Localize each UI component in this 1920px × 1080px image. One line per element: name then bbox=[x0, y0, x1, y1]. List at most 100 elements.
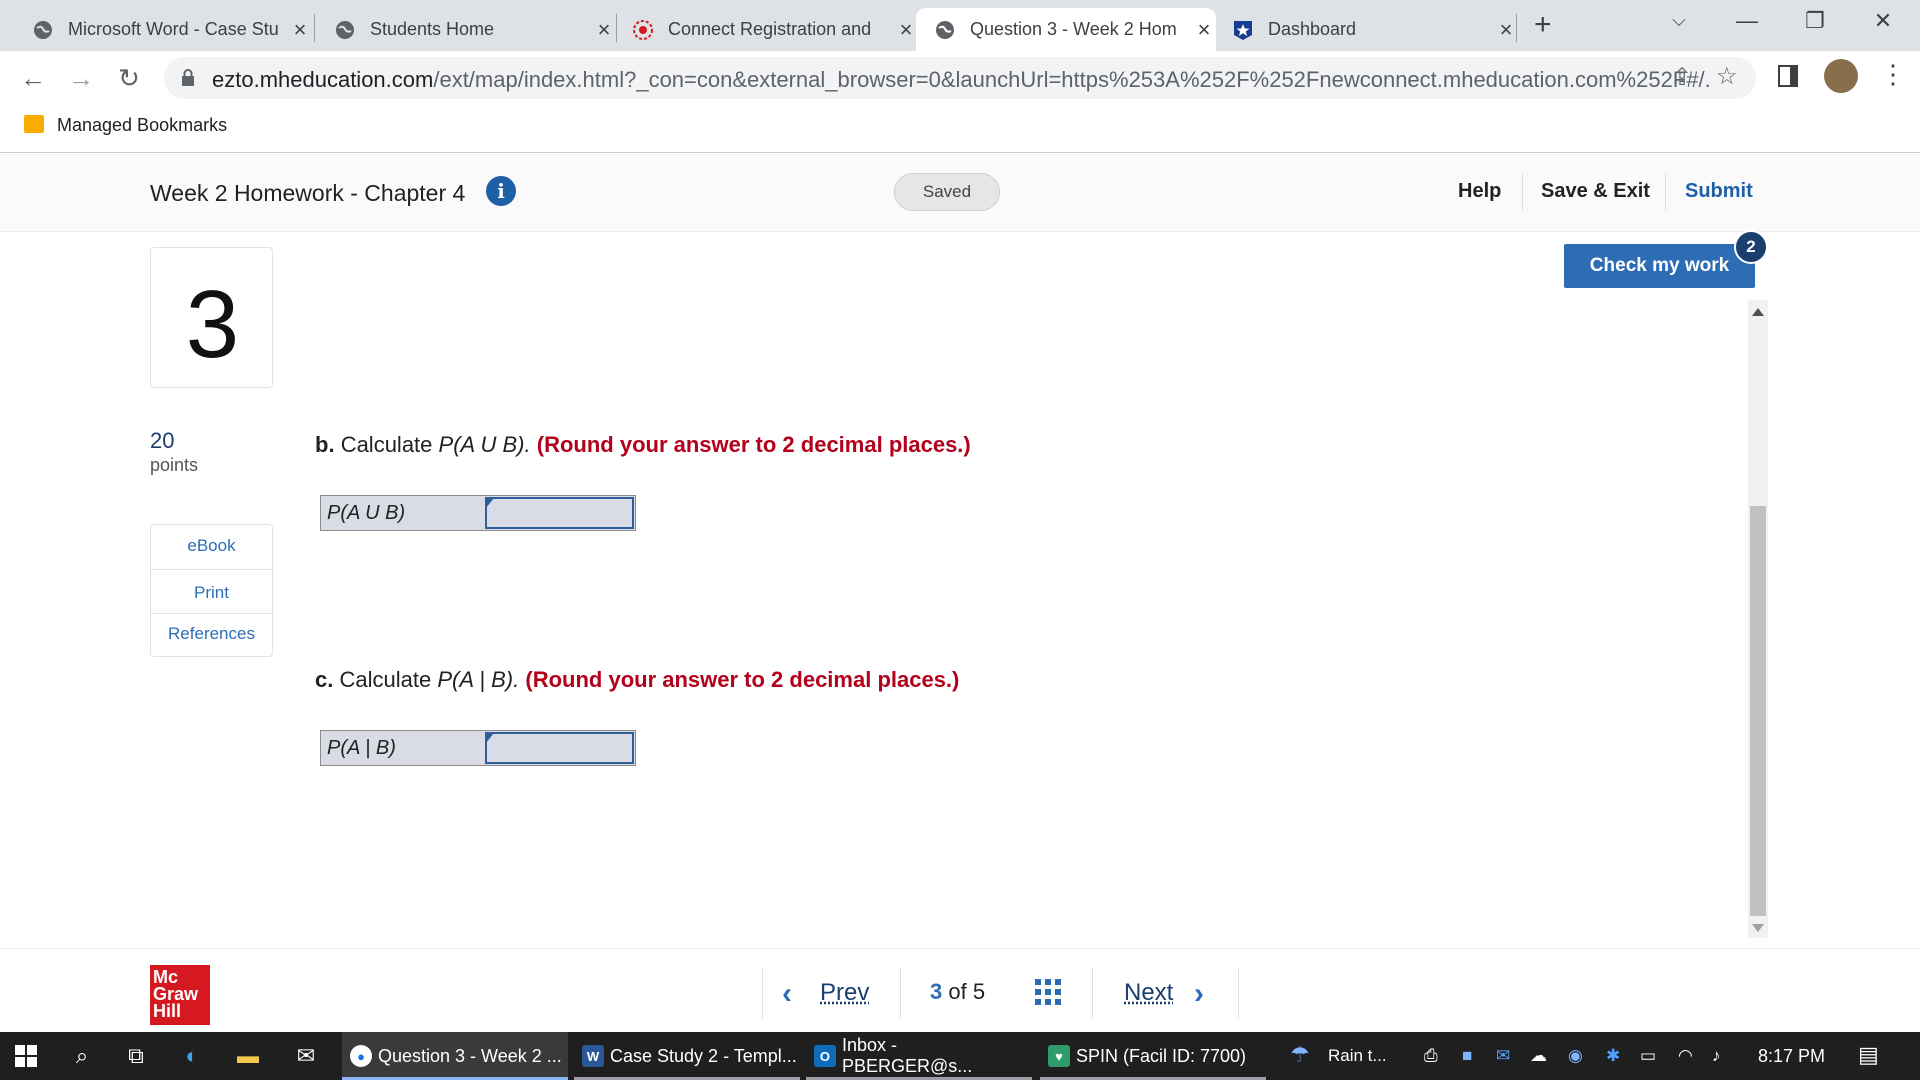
search-icon[interactable]: ⌕ bbox=[68, 1042, 96, 1070]
save-status-badge: Saved bbox=[894, 173, 1000, 211]
answer-row-c: P(A | B) bbox=[320, 730, 636, 766]
windows-start-icon[interactable] bbox=[12, 1042, 40, 1070]
submit-button[interactable]: Submit bbox=[1685, 180, 1753, 203]
chevron-right-icon[interactable]: › bbox=[1194, 977, 1204, 1011]
spin-icon: ♥ bbox=[1048, 1045, 1070, 1067]
divider bbox=[1665, 174, 1666, 210]
check-my-work-button[interactable]: Check my work bbox=[1564, 244, 1755, 288]
close-icon[interactable]: × bbox=[288, 17, 312, 43]
answer-row-b: P(A U B) bbox=[320, 495, 636, 531]
close-icon[interactable]: × bbox=[1494, 17, 1518, 43]
answer-input-b[interactable] bbox=[485, 497, 634, 529]
prompt-expression: P(A | B). bbox=[437, 667, 520, 692]
bookmarks-bar: Managed Bookmarks bbox=[0, 105, 1920, 153]
points-label: points bbox=[150, 455, 199, 475]
globe-icon bbox=[334, 19, 356, 41]
umbrella-weather-icon: ☂ bbox=[1290, 1042, 1310, 1067]
part-c-prompt: c. Calculate P(A | B). (Round your answe… bbox=[315, 667, 959, 693]
bookmark-star-icon[interactable]: ☆ bbox=[1716, 62, 1738, 91]
close-icon[interactable]: × bbox=[1192, 17, 1216, 43]
checks-remaining-badge: 2 bbox=[1734, 230, 1768, 264]
minimize-icon[interactable]: — bbox=[1724, 8, 1770, 34]
globe-icon bbox=[32, 19, 54, 41]
tab-search-icon[interactable]: ⌵ bbox=[1656, 10, 1702, 31]
zoom-icon[interactable]: ■ bbox=[1462, 1046, 1472, 1066]
profile-avatar[interactable] bbox=[1824, 59, 1858, 93]
divider bbox=[151, 569, 272, 570]
close-window-icon[interactable]: ✕ bbox=[1860, 8, 1906, 34]
file-explorer-icon[interactable]: ▬ bbox=[234, 1042, 262, 1070]
taskbar-app-word[interactable]: W Case Study 2 - Templ... bbox=[574, 1032, 800, 1080]
part-b-prompt: b. Calculate P(A U B). (Round your answe… bbox=[315, 432, 971, 458]
side-panel-icon[interactable] bbox=[1778, 65, 1798, 87]
back-icon[interactable]: ← bbox=[16, 61, 50, 95]
taskbar-app-outlook[interactable]: O Inbox - PBERGER@s... bbox=[806, 1032, 1032, 1080]
prev-button[interactable]: Prev bbox=[820, 979, 869, 1007]
scroll-up-icon[interactable] bbox=[1752, 308, 1764, 316]
help-button[interactable]: Help bbox=[1458, 180, 1501, 203]
scroll-down-icon[interactable] bbox=[1752, 924, 1764, 932]
taskbar-app-label: SPIN (Facil ID: 7700) bbox=[1076, 1045, 1247, 1066]
answer-input-c[interactable] bbox=[485, 732, 634, 764]
rounding-instruction: (Round your answer to 2 decimal places.) bbox=[536, 432, 971, 457]
ebook-link[interactable]: eBook bbox=[151, 536, 272, 556]
browser-tab[interactable]: Dashboard × bbox=[1218, 8, 1518, 51]
prompt-text: Calculate bbox=[340, 432, 433, 457]
volume-icon[interactable]: ♪ bbox=[1712, 1046, 1721, 1066]
battery-icon[interactable]: ▭ bbox=[1640, 1046, 1656, 1066]
close-icon[interactable]: × bbox=[894, 17, 918, 43]
question-scrollbar[interactable] bbox=[1748, 300, 1768, 938]
url-text: ezto.mheducation.com/ext/map/index.html?… bbox=[212, 67, 1712, 93]
restore-icon[interactable]: ❐ bbox=[1792, 8, 1838, 34]
reload-icon[interactable]: ↻ bbox=[112, 61, 146, 95]
outlook-icon: O bbox=[814, 1045, 836, 1067]
share-icon[interactable]: ⇪ bbox=[1672, 63, 1692, 92]
menu-kebab-icon[interactable]: ⋮ bbox=[1880, 59, 1906, 90]
onedrive-icon[interactable]: ☁ bbox=[1530, 1046, 1547, 1066]
address-bar[interactable]: ezto.mheducation.com/ext/map/index.html?… bbox=[164, 57, 1756, 99]
mail-icon[interactable]: ✉ bbox=[292, 1042, 320, 1070]
next-button[interactable]: Next bbox=[1124, 979, 1173, 1007]
weather-text[interactable]: Rain t... bbox=[1328, 1046, 1387, 1066]
bookmark-managed[interactable]: Managed Bookmarks bbox=[57, 115, 227, 136]
taskbar-app-chrome[interactable]: ● Question 3 - Week 2 ... bbox=[342, 1032, 568, 1080]
task-view-icon[interactable]: ⧉ bbox=[122, 1042, 150, 1070]
forward-icon[interactable]: → bbox=[64, 61, 98, 95]
chevron-left-icon[interactable]: ‹ bbox=[782, 977, 792, 1011]
question-grid-icon[interactable] bbox=[1035, 979, 1061, 1005]
windows-taskbar: ⌕ ⧉ ◐ ▬ ✉ ● Question 3 - Week 2 ... W Ca… bbox=[0, 1032, 1920, 1080]
bluetooth-icon[interactable]: ✱ bbox=[1606, 1046, 1620, 1066]
total-questions: 5 bbox=[972, 979, 986, 1004]
meeting-icon[interactable]: ◉ bbox=[1568, 1046, 1583, 1066]
tab-title: Dashboard bbox=[1268, 19, 1357, 39]
save-exit-button[interactable]: Save & Exit bbox=[1541, 180, 1650, 203]
tab-title: Question 3 - Week 2 Hom bbox=[970, 19, 1177, 39]
info-icon[interactable]: i bbox=[486, 176, 516, 206]
printer-icon[interactable]: ⎙ bbox=[1424, 1046, 1438, 1066]
browser-tab[interactable]: Students Home × bbox=[316, 8, 616, 51]
part-letter: b. bbox=[315, 432, 335, 457]
print-link[interactable]: Print bbox=[151, 583, 272, 603]
points-value: 20 bbox=[150, 428, 175, 453]
browser-tab-active[interactable]: Question 3 - Week 2 Hom × bbox=[916, 8, 1216, 51]
wifi-icon[interactable]: ◠ bbox=[1678, 1046, 1693, 1066]
clock-time[interactable]: 8:17 PM bbox=[1758, 1046, 1825, 1067]
notifications-icon[interactable]: ▤ bbox=[1858, 1042, 1879, 1068]
url-domain: ezto.mheducation.com bbox=[212, 67, 434, 92]
divider bbox=[151, 613, 272, 614]
close-icon[interactable]: × bbox=[592, 17, 616, 43]
divider bbox=[762, 967, 763, 1019]
pager-of: of bbox=[948, 979, 967, 1004]
answer-label: P(A | B) bbox=[327, 737, 396, 759]
outlook-tray-icon[interactable]: ✉ bbox=[1496, 1046, 1510, 1066]
browser-tab[interactable]: Microsoft Word - Case Stu × bbox=[12, 8, 312, 51]
taskbar-app-label: Case Study 2 - Templ... bbox=[610, 1045, 797, 1066]
connect-icon bbox=[632, 19, 654, 41]
taskbar-app-spin[interactable]: ♥ SPIN (Facil ID: 7700) bbox=[1040, 1032, 1266, 1080]
edge-icon[interactable]: ◐ bbox=[178, 1042, 206, 1070]
browser-tab[interactable]: Connect Registration and × bbox=[618, 8, 918, 51]
new-tab-button[interactable]: + bbox=[1534, 8, 1552, 42]
scroll-thumb[interactable] bbox=[1750, 506, 1766, 916]
prompt-expression: P(A U B). bbox=[438, 432, 531, 457]
references-link[interactable]: References bbox=[151, 624, 272, 644]
